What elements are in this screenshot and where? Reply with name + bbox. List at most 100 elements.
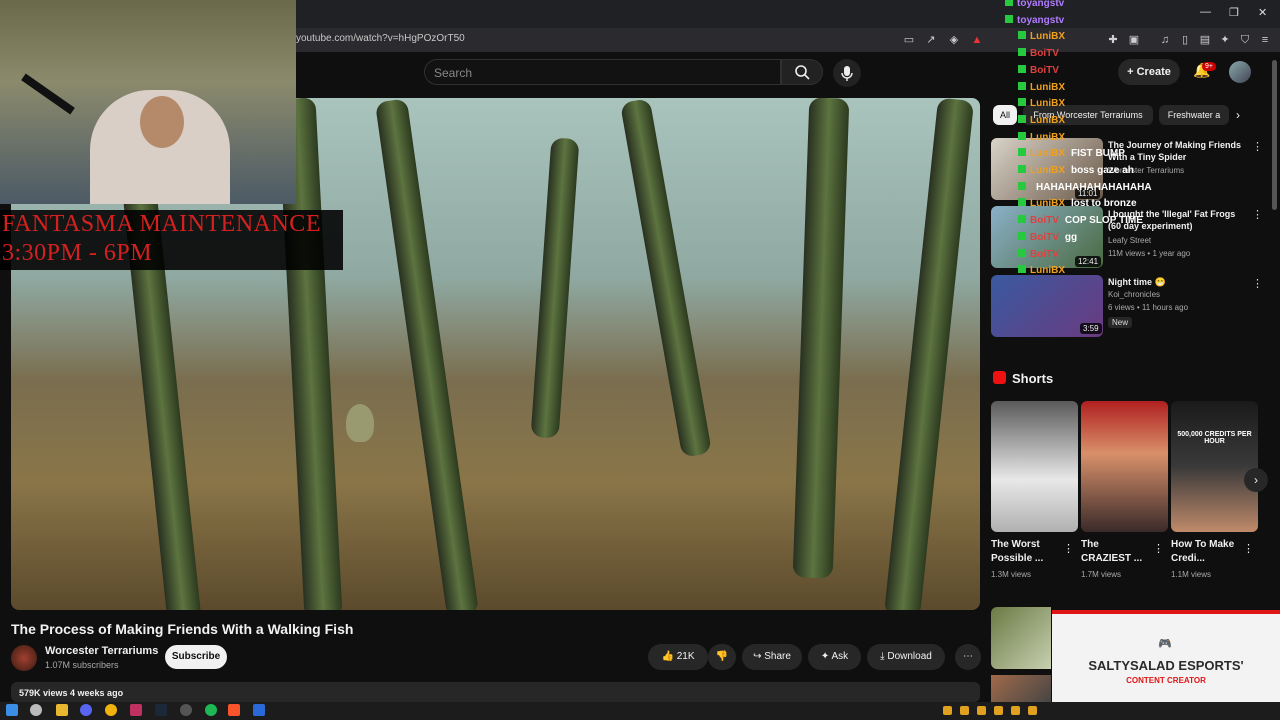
shorts-next-button[interactable]: › bbox=[1244, 468, 1268, 492]
more-vert-icon[interactable]: ⋮ bbox=[1063, 542, 1074, 555]
tray-icon[interactable] bbox=[1011, 706, 1020, 715]
chat-username: BoiTV bbox=[1030, 64, 1059, 76]
chat-text: FIST BUMP bbox=[1071, 148, 1125, 160]
share-button[interactable]: ↪ Share bbox=[742, 644, 802, 670]
chat-username: BoiTV bbox=[1030, 248, 1059, 260]
start-icon[interactable] bbox=[6, 704, 18, 716]
wallet-icon[interactable]: ▣ bbox=[1127, 33, 1141, 47]
shorts-icon bbox=[993, 371, 1006, 384]
brave-shield-icon[interactable]: ◈ bbox=[947, 33, 961, 47]
account-avatar[interactable] bbox=[1229, 61, 1251, 83]
more-vert-icon[interactable]: ⋮ bbox=[1153, 542, 1164, 555]
more-actions-button[interactable]: ⋯ bbox=[955, 644, 981, 670]
media-icon[interactable]: ♫ bbox=[1158, 33, 1172, 47]
search-box[interactable] bbox=[424, 59, 781, 85]
subscribe-button[interactable]: Subscribe bbox=[165, 645, 227, 669]
chat-message: BoiTV bbox=[1018, 63, 1065, 79]
short-thumbnail[interactable]: 500,000 CREDITS PER HOUR bbox=[1171, 401, 1258, 532]
tray-icon[interactable] bbox=[1028, 706, 1037, 715]
shield-icon[interactable]: ⛉ bbox=[1238, 33, 1252, 47]
short-title[interactable]: The CRAZIEST ... bbox=[1081, 538, 1151, 566]
related-thumbnail[interactable] bbox=[991, 675, 1051, 705]
chat-username: LuniBX bbox=[1030, 198, 1065, 210]
page-scrollbar[interactable] bbox=[1272, 60, 1277, 210]
chat-username: LuniBX bbox=[1030, 131, 1065, 143]
description-box[interactable] bbox=[11, 682, 980, 702]
tray-icon[interactable] bbox=[994, 706, 1003, 715]
voice-search-button[interactable] bbox=[833, 59, 861, 87]
related-channel[interactable]: Leafy Street bbox=[1108, 236, 1151, 245]
cast-icon[interactable]: ▭ bbox=[902, 33, 916, 47]
thumbs-down-icon: 👎 bbox=[715, 651, 729, 662]
discord-icon[interactable] bbox=[80, 704, 92, 716]
channel-avatar[interactable] bbox=[11, 645, 37, 671]
related-thumbnail[interactable] bbox=[991, 607, 1051, 669]
download-button[interactable]: ⤓ Download bbox=[867, 644, 945, 670]
sidebar-icon[interactable]: ▯ bbox=[1178, 33, 1192, 47]
more-vert-icon[interactable]: ⋮ bbox=[1252, 140, 1263, 153]
related-title[interactable]: The Journey of Making Friends With a Tin… bbox=[1108, 139, 1243, 163]
chat-badge-icon bbox=[1018, 98, 1026, 107]
related-title[interactable]: Night time 😁 bbox=[1108, 276, 1243, 288]
channel-name[interactable]: Worcester Terrariums bbox=[45, 645, 158, 657]
chat-message: LuniBX bbox=[1018, 96, 1071, 112]
minimize-button[interactable]: — bbox=[1200, 6, 1211, 18]
chat-message: BoiTV bbox=[1018, 46, 1065, 62]
url-text[interactable]: youtube.com/watch?v=hHgPOzOrT50 bbox=[296, 33, 465, 44]
ask-button[interactable]: ✦ Ask bbox=[808, 644, 861, 670]
chat-badge-icon bbox=[1018, 31, 1026, 40]
maximize-button[interactable]: ❐ bbox=[1229, 6, 1239, 19]
search-input[interactable]: Search bbox=[434, 66, 472, 80]
notification-badge: 9+ bbox=[1202, 62, 1216, 71]
share-page-icon[interactable]: ↗ bbox=[924, 33, 938, 47]
chat-text: COP SLOP TIME bbox=[1064, 215, 1143, 227]
brave-icon[interactable] bbox=[228, 704, 240, 716]
more-vert-icon[interactable]: ⋮ bbox=[1252, 277, 1263, 290]
chat-text: boss gaze ah bbox=[1071, 165, 1134, 176]
plant-stem bbox=[530, 137, 580, 439]
related-channel[interactable]: Koi_chronicles bbox=[1108, 290, 1160, 299]
chip-freshwater[interactable]: Freshwater a bbox=[1159, 105, 1229, 125]
vpn-icon[interactable]: ▤ bbox=[1198, 33, 1212, 47]
like-button[interactable]: 👍 21K bbox=[648, 644, 708, 670]
chat-message: LuniBX lost to bronze bbox=[1018, 196, 1137, 212]
chat-message: LuniBX bbox=[1018, 113, 1071, 129]
chat-badge-icon bbox=[1018, 248, 1026, 257]
chat-username: LuniBX bbox=[1030, 265, 1065, 277]
chip-all[interactable]: All bbox=[993, 105, 1017, 125]
chat-badge-icon bbox=[1018, 81, 1026, 90]
more-vert-icon[interactable]: ⋮ bbox=[1243, 542, 1254, 555]
tray-icon[interactable] bbox=[943, 706, 952, 715]
leo-icon[interactable]: ✦ bbox=[1218, 33, 1232, 47]
plus-icon: + bbox=[1127, 66, 1137, 78]
tray-icon[interactable] bbox=[977, 706, 986, 715]
chat-text: HAHAHAHAHAHAHAHA bbox=[1036, 181, 1152, 193]
mail-icon[interactable] bbox=[130, 704, 142, 716]
brave-rewards-icon[interactable]: ▲ bbox=[970, 33, 984, 47]
chat-message: LuniBX bbox=[1018, 130, 1071, 146]
file-explorer-icon[interactable] bbox=[56, 704, 68, 716]
short-title[interactable]: How To Make Credi... bbox=[1171, 538, 1241, 566]
app-icon[interactable] bbox=[253, 704, 265, 716]
short-thumbnail[interactable] bbox=[1081, 401, 1168, 532]
chrome-icon[interactable] bbox=[105, 704, 117, 716]
search-button[interactable] bbox=[781, 59, 823, 85]
chat-badge-icon bbox=[1018, 148, 1026, 157]
short-thumbnail[interactable] bbox=[991, 401, 1078, 532]
steam-icon[interactable] bbox=[155, 704, 167, 716]
menu-icon[interactable]: ≡ bbox=[1258, 33, 1272, 47]
more-vert-icon[interactable]: ⋮ bbox=[1252, 208, 1263, 221]
short-title[interactable]: The Worst Possible ... bbox=[991, 538, 1061, 566]
search-icon[interactable] bbox=[30, 704, 42, 716]
chevron-right-icon[interactable]: › bbox=[1236, 108, 1240, 122]
extensions-icon[interactable]: ✚ bbox=[1106, 33, 1120, 47]
related-meta: 6 views • 11 hours ago bbox=[1108, 303, 1189, 312]
spotify-icon[interactable] bbox=[205, 704, 217, 716]
subscriber-count: 1.07M subscribers bbox=[45, 660, 119, 670]
tray-icon[interactable] bbox=[960, 706, 969, 715]
close-button[interactable]: ✕ bbox=[1258, 6, 1267, 19]
create-button[interactable]: + Create bbox=[1118, 59, 1180, 85]
os-taskbar bbox=[0, 702, 1280, 720]
dislike-button[interactable]: 👎 bbox=[708, 644, 736, 670]
obs-icon[interactable] bbox=[180, 704, 192, 716]
